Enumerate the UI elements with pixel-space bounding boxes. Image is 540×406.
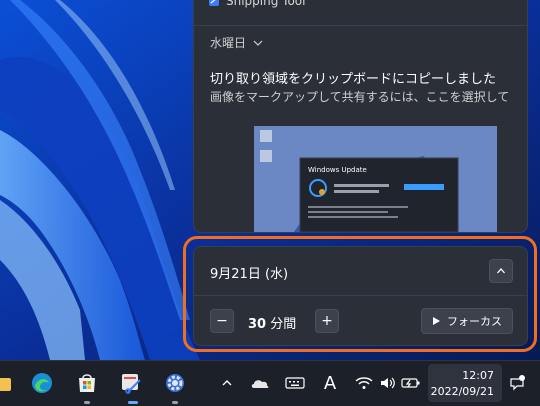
file-explorer-icon[interactable] <box>0 371 14 395</box>
volume-icon[interactable] <box>376 371 400 395</box>
divider <box>194 295 527 296</box>
running-indicator <box>172 401 178 404</box>
wifi-icon[interactable] <box>352 371 376 395</box>
settings-icon[interactable] <box>163 371 187 395</box>
store-icon[interactable] <box>75 371 99 395</box>
chevron-down-icon <box>253 40 263 46</box>
running-indicator <box>84 401 90 404</box>
ime-icon[interactable]: A <box>318 371 342 395</box>
active-indicator <box>128 401 138 404</box>
keyboard-icon[interactable] <box>283 371 307 395</box>
start-focus-button[interactable]: フォーカス <box>421 308 513 334</box>
calendar-date: 9月21日 (水) <box>210 267 289 282</box>
snipping-tool-icon[interactable] <box>119 371 143 395</box>
decrease-minutes-button[interactable]: − <box>210 309 234 333</box>
focus-session-card: 9月21日 (水) − 30 分間 + フォーカス <box>193 246 528 346</box>
screenshot-thumbnail[interactable]: Windows Update <box>254 126 497 232</box>
play-icon <box>433 317 440 325</box>
divider <box>194 25 527 26</box>
thumbnail-image <box>254 126 497 232</box>
minutes-unit: 分間 <box>270 317 297 332</box>
minutes-value: 30 <box>248 317 267 332</box>
plus-icon: + <box>321 313 333 329</box>
notification-title[interactable]: 切り取り領域をクリップボードにコピーしました <box>210 68 496 87</box>
app-name: Snipping Tool <box>226 0 306 8</box>
notification-center: Snipping Tool 水曜日 切り取り領域をクリップボードにコピーしました… <box>193 0 528 233</box>
snipping-tool-icon <box>209 0 219 6</box>
chevron-up-icon <box>497 268 505 274</box>
ime-label: A <box>323 372 337 394</box>
thumbnail-dialog-title: Windows Update <box>308 166 367 174</box>
focus-duration: 30 分間 <box>248 313 296 332</box>
onedrive-icon[interactable] <box>248 371 272 395</box>
clock-button[interactable]: 12:07 2022/09/21 <box>428 364 502 402</box>
taskbar: A 12:07 2022/09/21 <box>0 360 540 406</box>
day-header: 水曜日 <box>210 36 247 50</box>
notification-body[interactable]: 画像をマークアップして共有するには、ここを選択してくだ <box>210 88 510 105</box>
minus-icon: − <box>216 313 228 329</box>
increase-minutes-button[interactable]: + <box>315 309 339 333</box>
notification-icon[interactable] <box>505 371 529 395</box>
clock-time: 12:07 <box>462 369 494 382</box>
focus-button-label: フォーカス <box>447 315 502 328</box>
day-group-toggle[interactable]: 水曜日 <box>210 34 264 51</box>
chevron-up-icon[interactable] <box>215 371 239 395</box>
notification-app-header: Snipping Tool <box>208 0 305 9</box>
edge-icon[interactable] <box>30 371 54 395</box>
battery-icon[interactable] <box>399 371 423 395</box>
collapse-calendar-button[interactable] <box>489 259 513 283</box>
clock-date: 2022/09/21 <box>430 385 494 398</box>
